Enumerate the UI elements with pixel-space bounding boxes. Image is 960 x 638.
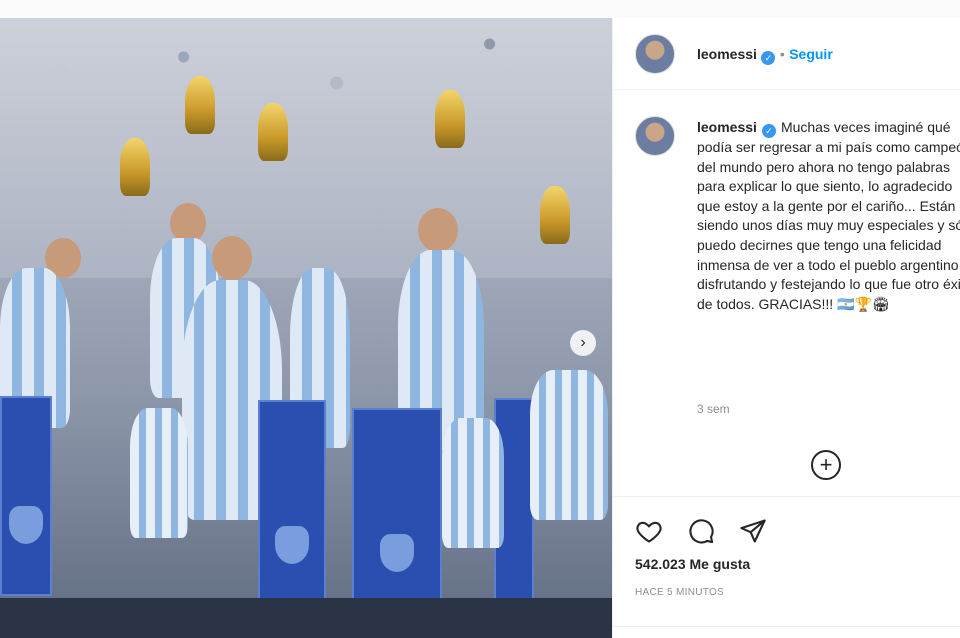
caption-time[interactable]: 3 sem xyxy=(697,402,730,416)
post-sidebar: leomessi ✓ • Seguir leomessi ✓ Muchas vece… xyxy=(612,18,960,638)
caption-avatar[interactable] xyxy=(635,116,675,156)
verified-badge-icon: ✓ xyxy=(761,51,776,65)
follow-button[interactable]: Seguir xyxy=(789,46,833,62)
chevron-right-icon[interactable]: › xyxy=(570,330,596,356)
trophy-icon xyxy=(435,90,465,148)
child xyxy=(530,370,608,520)
post-image[interactable]: › xyxy=(0,18,612,638)
plus-circle-icon[interactable]: + xyxy=(811,450,841,480)
trophy-icon xyxy=(540,186,570,244)
comment-icon[interactable] xyxy=(687,517,715,545)
player-head xyxy=(212,236,252,280)
caption-username[interactable]: leomessi xyxy=(697,119,757,135)
trophy-icon xyxy=(120,138,150,196)
avatar[interactable] xyxy=(635,34,675,74)
username[interactable]: leomessi xyxy=(697,46,757,62)
player-head xyxy=(170,203,206,243)
top-strip xyxy=(0,0,960,18)
trophy-icon xyxy=(258,103,288,161)
child xyxy=(442,418,504,548)
caption: leomessi ✓ Muchas veces imaginé qué podía … xyxy=(697,118,960,314)
likes-count[interactable]: 542.023 Me gusta xyxy=(635,556,750,572)
trophy-icon xyxy=(185,76,215,134)
send-icon[interactable] xyxy=(739,517,767,545)
heart-icon[interactable] xyxy=(635,517,663,545)
player-head xyxy=(418,208,458,252)
crowd-background xyxy=(0,18,612,278)
stage-floor xyxy=(0,598,612,638)
afa-banner xyxy=(0,396,52,596)
child xyxy=(130,408,188,538)
divider xyxy=(613,626,960,627)
afa-banner xyxy=(258,400,326,630)
separator-dot: • xyxy=(779,46,785,62)
verified-badge-icon: ✓ xyxy=(761,124,776,138)
post-header: leomessi ✓ • Seguir xyxy=(613,18,960,90)
caption-text: Muchas veces imaginé qué podía ser regre… xyxy=(697,119,960,312)
post-time-ago[interactable]: HACE 5 MINUTOS xyxy=(635,587,724,598)
